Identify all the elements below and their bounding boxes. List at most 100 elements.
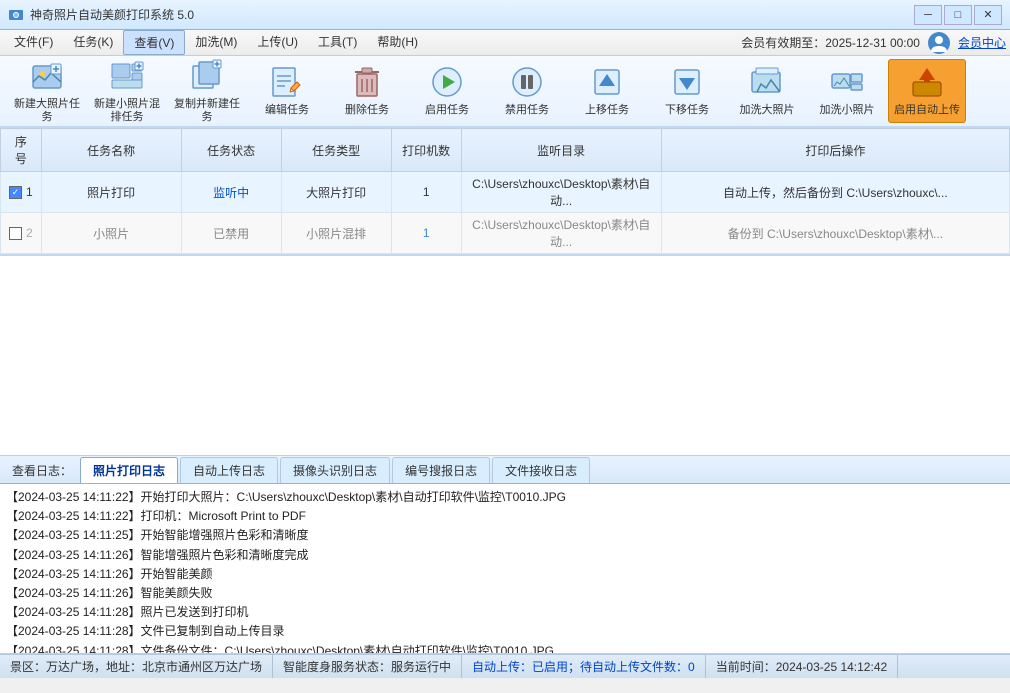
- minimize-button[interactable]: ─: [914, 5, 942, 25]
- empty-table-area: [0, 256, 1010, 456]
- member-center-link[interactable]: 会员中心: [958, 34, 1006, 51]
- log-line: 【2024-03-25 14:11:28】文件已复制到自动上传目录: [6, 622, 1004, 641]
- edit-task-label: 编辑任务: [265, 104, 309, 117]
- tab-file-receive[interactable]: 文件接收日志: [492, 457, 590, 483]
- row2-checkbox-cell[interactable]: 2: [1, 213, 42, 254]
- edit-task-button[interactable]: 编辑任务: [248, 59, 326, 123]
- log-line: 【2024-03-25 14:11:22】打印机：Microsoft Print…: [6, 507, 1004, 526]
- delete-icon: [349, 64, 385, 100]
- col-num: 序号: [1, 129, 42, 172]
- move-up-task-button[interactable]: 上移任务: [568, 59, 646, 123]
- new-large-icon: [29, 58, 65, 94]
- row1-name: 照片打印: [41, 172, 181, 213]
- move-down-task-button[interactable]: 下移任务: [648, 59, 726, 123]
- menu-wash[interactable]: 加洗(M): [185, 30, 247, 55]
- log-tabs: 查看日志： 照片打印日志 自动上传日志 摄像头识别日志 编号搜报日志 文件接收日…: [0, 456, 1010, 484]
- wash-large-button[interactable]: 加洗大照片: [728, 59, 806, 123]
- new-large-task-button[interactable]: 新建大照片任务: [8, 59, 86, 123]
- member-icon: [928, 32, 950, 54]
- col-status: 任务状态: [181, 129, 281, 172]
- row1-checkbox-cell[interactable]: 1: [1, 172, 42, 213]
- menu-items: 文件(F) 任务(K) 查看(V) 加洗(M) 上传(U) 工具(T) 帮助(H…: [4, 30, 428, 55]
- menu-help[interactable]: 帮助(H): [367, 30, 428, 55]
- tab-photo-print[interactable]: 照片打印日志: [80, 457, 178, 483]
- app-title: 神奇照片自动美颜打印系统 5.0: [30, 6, 194, 23]
- new-large-task-label: 新建大照片任务: [11, 98, 83, 124]
- status-bar: 景区：万达广场，地址：北京市通州区万达广场 智能度身服务状态： 服务运行中 自动…: [0, 654, 1010, 678]
- auto-upload-icon: [909, 64, 945, 100]
- member-info: 会员有效期至：2025-12-31 00:00 会员中心: [741, 32, 1006, 54]
- log-area: 【2024-03-25 14:11:22】开始打印大照片：C:\Users\zh…: [0, 484, 1010, 654]
- copy-new-task-label: 复制并新建任务: [171, 98, 243, 124]
- wash-large-icon: [749, 64, 785, 100]
- disable-icon: [509, 64, 545, 100]
- new-small-mix-icon: [109, 58, 145, 94]
- wash-small-label: 加洗小照片: [820, 104, 875, 117]
- row1-num: 1: [26, 185, 33, 199]
- auto-upload-label: 启用自动上传: [894, 104, 960, 117]
- row1-printers: 1: [391, 172, 461, 213]
- row2-checkbox[interactable]: [9, 227, 22, 240]
- col-name: 任务名称: [41, 129, 181, 172]
- close-button[interactable]: ✕: [974, 5, 1002, 25]
- status-service-value: 服务运行中: [391, 658, 451, 675]
- wash-small-icon: [829, 64, 865, 100]
- new-small-mix-task-button[interactable]: 新建小照片混排任务: [88, 59, 166, 123]
- status-location: 景区：万达广场，地址：北京市通州区万达广场: [0, 655, 273, 678]
- row1-dir: C:\Users\zhouxc\Desktop\素材\自动...: [461, 172, 661, 213]
- move-down-task-label: 下移任务: [665, 104, 709, 117]
- menu-upload[interactable]: 上传(U): [247, 30, 308, 55]
- menu-file[interactable]: 文件(F): [4, 30, 63, 55]
- status-service: 智能度身服务状态： 服务运行中: [273, 655, 462, 678]
- move-up-icon: [589, 64, 625, 100]
- table-row[interactable]: 1 照片打印 监听中 大照片打印 1 C:\Users\zhouxc\Deskt…: [1, 172, 1010, 213]
- status-service-label: 智能度身服务状态：: [283, 658, 391, 675]
- row1-status: 监听中: [181, 172, 281, 213]
- window-controls: ─ □ ✕: [914, 5, 1002, 25]
- wash-small-button[interactable]: 加洗小照片: [808, 59, 886, 123]
- task-table-area: 序号 任务名称 任务状态 任务类型 打印机数 监听目录 打印后操作 1 照片打印…: [0, 128, 1010, 256]
- log-line: 【2024-03-25 14:11:25】开始智能增强照片色彩和清晰度: [6, 526, 1004, 545]
- disable-task-button[interactable]: 禁用任务: [488, 59, 566, 123]
- col-dir: 监听目录: [461, 129, 661, 172]
- tab-code-report[interactable]: 编号搜报日志: [392, 457, 490, 483]
- maximize-button[interactable]: □: [944, 5, 972, 25]
- move-up-task-label: 上移任务: [585, 104, 629, 117]
- row1-checkbox[interactable]: [9, 186, 22, 199]
- table-row[interactable]: 2 小照片 已禁用 小照片混排 1 C:\Users\zhouxc\Deskto…: [1, 213, 1010, 254]
- wash-large-label: 加洗大照片: [740, 104, 795, 117]
- enable-icon: [429, 64, 465, 100]
- member-avatar-icon: [928, 32, 950, 54]
- log-label: 查看日志：: [4, 458, 80, 483]
- row2-dir: C:\Users\zhouxc\Desktop\素材\自动...: [461, 213, 661, 254]
- app-icon: [8, 7, 24, 23]
- row2-action: 备份到 C:\Users\zhouxc\Desktop\素材\...: [661, 213, 1009, 254]
- title-bar-left: 神奇照片自动美颜打印系统 5.0: [8, 6, 194, 23]
- copy-new-task-button[interactable]: 复制并新建任务: [168, 59, 246, 123]
- move-down-icon: [669, 64, 705, 100]
- row1-action: 自动上传，然后备份到 C:\Users\zhouxc\...: [661, 172, 1009, 213]
- auto-upload-button[interactable]: 启用自动上传: [888, 59, 966, 123]
- delete-task-button[interactable]: 删除任务: [328, 59, 406, 123]
- menu-task[interactable]: 任务(K): [63, 30, 123, 55]
- disable-task-label: 禁用任务: [505, 104, 549, 117]
- row2-printers: 1: [391, 213, 461, 254]
- task-table: 序号 任务名称 任务状态 任务类型 打印机数 监听目录 打印后操作 1 照片打印…: [0, 128, 1010, 254]
- menu-bar: 文件(F) 任务(K) 查看(V) 加洗(M) 上传(U) 工具(T) 帮助(H…: [0, 30, 1010, 56]
- row2-type: 小照片混排: [281, 213, 391, 254]
- status-time: 当前时间：2024-03-25 14:12:42: [706, 655, 898, 678]
- log-line: 【2024-03-25 14:11:22】开始打印大照片：C:\Users\zh…: [6, 488, 1004, 507]
- tab-auto-upload[interactable]: 自动上传日志: [180, 457, 278, 483]
- menu-tools[interactable]: 工具(T): [308, 30, 367, 55]
- col-type: 任务类型: [281, 129, 391, 172]
- member-expiry: 会员有效期至：2025-12-31 00:00: [741, 34, 920, 51]
- menu-view[interactable]: 查看(V): [123, 30, 185, 55]
- row2-name: 小照片: [41, 213, 181, 254]
- log-line: 【2024-03-25 14:11:26】智能美颜失败: [6, 584, 1004, 603]
- enable-task-button[interactable]: 启用任务: [408, 59, 486, 123]
- log-line: 【2024-03-25 14:11:28】文件备份文件：C:\Users\zho…: [6, 642, 1004, 655]
- tab-camera-detect[interactable]: 摄像头识别日志: [280, 457, 390, 483]
- col-printers: 打印机数: [391, 129, 461, 172]
- title-bar: 神奇照片自动美颜打印系统 5.0 ─ □ ✕: [0, 0, 1010, 30]
- enable-task-label: 启用任务: [425, 104, 469, 117]
